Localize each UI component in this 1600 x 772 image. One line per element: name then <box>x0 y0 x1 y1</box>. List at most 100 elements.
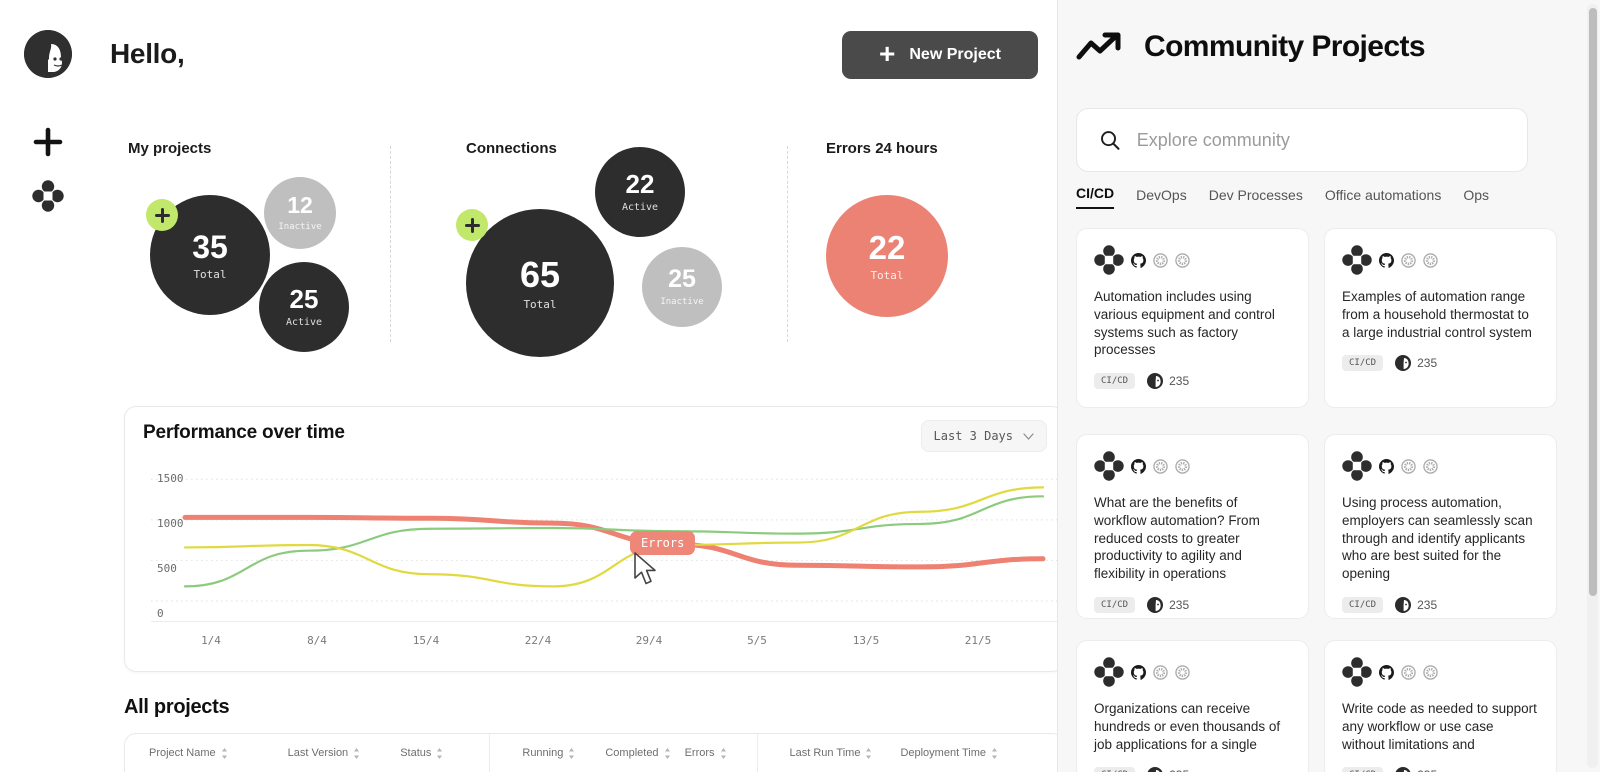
integration-icon[interactable] <box>1175 664 1190 680</box>
stat-bubble-total[interactable]: 65 Total <box>466 209 614 357</box>
column-header-running[interactable]: Running <box>522 747 575 759</box>
integration-icon[interactable] <box>1153 458 1168 474</box>
tab-ops[interactable]: Ops <box>1463 187 1489 209</box>
community-project-card[interactable]: Using process automation, employers can … <box>1324 434 1557 619</box>
divider <box>390 146 391 342</box>
add-project-button[interactable] <box>146 199 178 231</box>
stat-bubble-active[interactable]: 22 Active <box>595 147 685 237</box>
search-input[interactable] <box>1136 129 1505 151</box>
column-divider <box>756 734 758 772</box>
new-project-label: New Project <box>909 46 1001 63</box>
github-icon[interactable] <box>1379 458 1394 474</box>
integration-icon[interactable] <box>1175 252 1190 268</box>
author-avatar <box>1395 767 1411 772</box>
column-label: Project Name <box>149 747 216 759</box>
stat-group-my-projects: My projects 35 Total 25 Active 12 Inacti… <box>128 140 388 352</box>
stat-value: 35 <box>192 228 228 265</box>
integration-icon[interactable] <box>1401 664 1416 680</box>
panel-scrollbar-track[interactable] <box>1587 4 1598 768</box>
chart-series-running <box>183 486 1045 588</box>
avatar[interactable] <box>24 30 72 78</box>
card-footer: CI/CD 235 <box>1342 355 1539 372</box>
x-tick: 22/4 <box>524 634 552 647</box>
stat-label: Total <box>193 267 227 281</box>
search-icon <box>1101 131 1120 150</box>
stat-label: Total <box>523 297 557 311</box>
card-category-badge: CI/CD <box>1342 597 1384 614</box>
author-avatar <box>1147 373 1164 390</box>
date-range-value: Last 3 Days <box>933 429 1013 443</box>
column-label: Errors <box>684 747 715 759</box>
add-connection-button[interactable] <box>456 209 488 241</box>
community-search[interactable] <box>1076 108 1528 172</box>
community-project-card[interactable]: Examples of automation range from a hous… <box>1324 228 1557 408</box>
new-project-button[interactable]: + New Project <box>842 31 1038 79</box>
github-icon[interactable] <box>1131 458 1146 474</box>
sort-icon <box>720 747 726 759</box>
x-tick: 29/4 <box>635 634 663 647</box>
stat-value: 12 <box>287 192 313 218</box>
author-avatar <box>1147 597 1164 614</box>
column-label: Last Version <box>287 747 349 759</box>
card-category-badge: CI/CD <box>1342 355 1384 372</box>
stat-value: 22 <box>625 169 655 199</box>
x-tick: 13/5 <box>852 634 880 647</box>
integration-icon[interactable] <box>1153 664 1168 680</box>
card-description: Examples of automation range from a hous… <box>1342 289 1532 340</box>
card-stars: 235 <box>1395 597 1437 614</box>
integration-icon[interactable] <box>1423 458 1438 474</box>
column-header-errors[interactable]: Errors <box>685 747 727 759</box>
column-label: Deployment Time <box>900 747 987 759</box>
tab-ci-cd[interactable]: CI/CD <box>1076 185 1115 209</box>
card-icon-row <box>1342 451 1539 481</box>
card-footer: CI/CD 235 <box>1094 373 1291 390</box>
tab-office-automations[interactable]: Office automations <box>1325 187 1441 209</box>
column-header-status[interactable]: Status <box>400 747 443 759</box>
chevron-down-icon <box>1023 432 1034 440</box>
community-header: Community Projects <box>1076 30 1426 64</box>
community-project-card[interactable]: What are the benefits of workflow automa… <box>1076 434 1309 619</box>
column-header-completed[interactable]: Completed <box>605 747 670 759</box>
date-range-select[interactable]: Last 3 Days <box>920 420 1047 452</box>
integration-icon[interactable] <box>1401 458 1416 474</box>
y-tick: 1500 <box>157 472 184 485</box>
column-header-last-run-time[interactable]: Last Run Time <box>790 747 873 759</box>
add-icon[interactable] <box>28 122 68 162</box>
community-project-card[interactable]: Write code as needed to support any work… <box>1324 640 1557 772</box>
card-description: Using process automation, employers can … <box>1342 495 1533 582</box>
tab-devops[interactable]: DevOps <box>1136 187 1187 209</box>
clover-logo-icon <box>1094 451 1124 481</box>
sort-icon <box>437 747 443 759</box>
panel-scrollbar-thumb[interactable] <box>1588 8 1597 596</box>
column-header-deployment-time[interactable]: Deployment Time <box>900 747 998 759</box>
x-tick: 1/4 <box>201 634 221 647</box>
integration-icon[interactable] <box>1175 458 1190 474</box>
stat-group-title: Errors 24 hours <box>826 140 938 157</box>
y-tick: 0 <box>157 607 164 620</box>
github-icon[interactable] <box>1379 664 1394 680</box>
column-header-project-name[interactable]: Project Name <box>149 747 228 759</box>
community-project-card[interactable]: Automation includes using various equipm… <box>1076 228 1309 408</box>
integration-icon[interactable] <box>1423 664 1438 680</box>
stat-bubble-inactive[interactable]: 12 Inactive <box>264 177 336 249</box>
stat-label: Inactive <box>278 222 322 232</box>
integration-icon[interactable] <box>1153 252 1168 268</box>
chart-series-completed <box>183 495 1045 588</box>
column-label: Running <box>522 747 564 759</box>
column-header-last-version[interactable]: Last Version <box>288 747 361 759</box>
tab-dev-processes[interactable]: Dev Processes <box>1209 187 1303 209</box>
github-icon[interactable] <box>1131 664 1146 680</box>
author-avatar <box>1147 767 1163 772</box>
stat-bubble-errors-total[interactable]: 22 Total <box>826 195 948 317</box>
stat-bubble-active[interactable]: 25 Active <box>259 262 349 352</box>
sort-icon <box>569 747 575 759</box>
integration-icon[interactable] <box>1423 252 1438 268</box>
integration-icon[interactable] <box>1401 252 1416 268</box>
stat-bubble-inactive[interactable]: 25 Inactive <box>642 247 722 327</box>
community-project-card[interactable]: Organizations can receive hundreds or ev… <box>1076 640 1309 772</box>
clover-logo-icon <box>1342 657 1372 687</box>
stat-label: Total <box>870 269 904 282</box>
github-icon[interactable] <box>1131 252 1146 268</box>
github-icon[interactable] <box>1379 252 1394 268</box>
apps-icon[interactable] <box>28 176 68 216</box>
